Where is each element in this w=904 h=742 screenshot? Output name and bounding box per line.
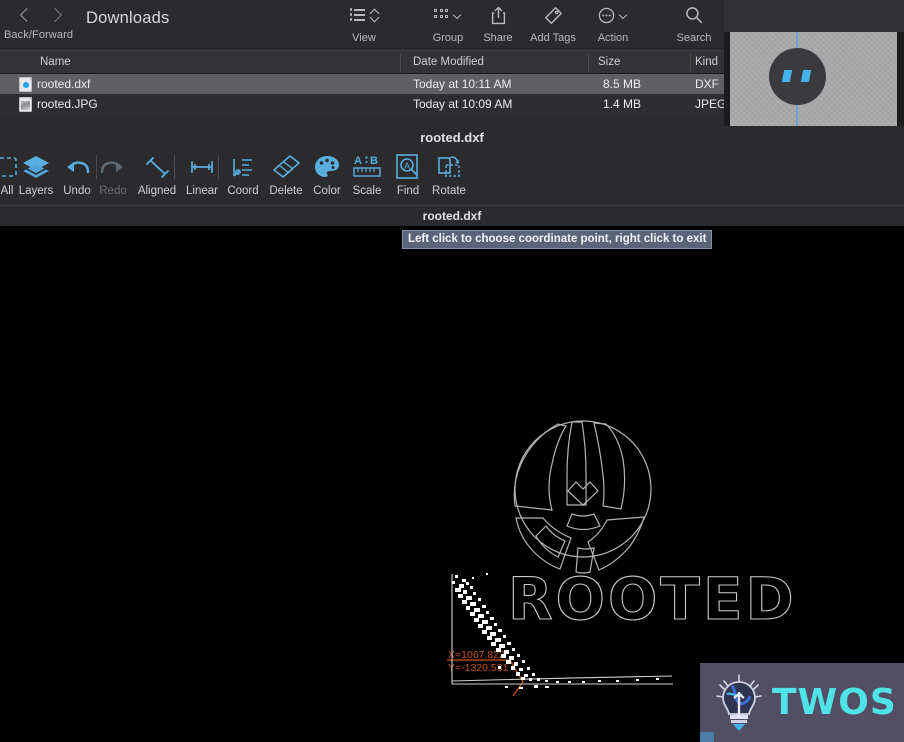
toolbar-search[interactable]: Search	[662, 4, 724, 44]
table-row[interactable]: rooted.JPG Today at 10:09 AM 1.4 MB JPEG	[0, 94, 724, 114]
editor-tool-scale-label: Scale	[352, 185, 382, 197]
back-forward-label: Back/Forward	[4, 29, 74, 41]
column-header-date[interactable]: Date Modified	[413, 56, 484, 68]
editor-tool-rotate-label: Rotate	[432, 185, 466, 197]
file-kind: JPEG	[695, 97, 724, 111]
toolbar-action[interactable]: Action	[581, 4, 645, 44]
chevron-right-icon[interactable]	[46, 5, 66, 27]
screenshot-root: Back/Forward Downloads View Group Share …	[0, 0, 904, 742]
file-date-modified: Today at 10:11 AM	[413, 77, 512, 91]
toolbar-search-label: Search	[676, 32, 712, 44]
list-view-icon[interactable]	[349, 4, 379, 26]
aligned-dimension-icon[interactable]	[144, 150, 170, 184]
emblem-graphic	[513, 420, 652, 574]
coordinate-icon[interactable]	[230, 150, 256, 184]
action-ellipsis-icon[interactable]	[598, 4, 628, 26]
column-header-size[interactable]: Size	[598, 56, 620, 68]
face-circle-indicator	[769, 48, 826, 105]
chevron-left-icon[interactable]	[16, 5, 36, 27]
column-divider[interactable]	[400, 54, 401, 72]
column-divider[interactable]	[588, 54, 589, 72]
indicator-eye-left	[781, 70, 793, 82]
finder-toolbar: Back/Forward Downloads View Group Share …	[0, 0, 724, 50]
toolbar-group-label: Group	[432, 32, 464, 44]
column-header-name[interactable]: Name	[40, 56, 71, 68]
chevron-down-icon[interactable]	[620, 12, 628, 18]
linear-dimension-icon[interactable]	[188, 150, 216, 184]
editor-tool-find-label: Find	[396, 185, 420, 197]
toolbar-action-label: Action	[597, 32, 629, 44]
file-kind: DXF	[695, 77, 719, 91]
file-size: 8.5 MB	[602, 77, 641, 91]
svg-text:B: B	[370, 155, 378, 167]
search-icon[interactable]	[685, 4, 703, 26]
canvas-document-title: rooted.dxf	[422, 209, 482, 223]
scale-ruler-icon[interactable]: A B	[352, 150, 382, 184]
layers-icon[interactable]	[21, 150, 51, 184]
editor-tool-coord-label: Coord	[227, 185, 259, 197]
wordmark-text: ROOTED	[508, 565, 797, 633]
dxf-file-icon	[19, 77, 32, 92]
column-divider[interactable]	[690, 54, 691, 72]
preview-pane	[724, 0, 904, 126]
editor-tool-rotate[interactable]: Rotate	[420, 150, 478, 197]
canvas-title-bar: rooted.dxf	[0, 205, 904, 226]
twos-watermark: TWOS	[700, 663, 904, 742]
chevron-down-icon[interactable]	[454, 12, 462, 18]
redo-arrow-icon[interactable]	[100, 150, 126, 184]
editor-tool-color-label: Color	[313, 185, 341, 197]
finder-window: Back/Forward Downloads View Group Share …	[0, 0, 724, 126]
svg-text:A: A	[354, 155, 362, 167]
toolbar-view[interactable]: View	[332, 4, 396, 44]
toolbar-share-label: Share	[483, 32, 513, 44]
editor-tool-aligned-label: Aligned	[137, 185, 177, 197]
editor-toolbar-bar: rooted.dxf All Layers Undo Redo Aligned …	[0, 126, 904, 205]
finder-folder-title: Downloads	[86, 9, 170, 27]
indicator-eye-right	[800, 70, 812, 82]
document-title: rooted.dxf	[420, 130, 484, 145]
chevron-updown-icon[interactable]	[370, 8, 379, 22]
watermark-corner-accent	[700, 732, 714, 742]
palette-icon[interactable]	[313, 150, 341, 184]
toolbar-add-tags-label: Add Tags	[530, 32, 576, 44]
editor-tool-redo-label: Redo	[99, 185, 127, 197]
table-row[interactable]: rooted.dxf Today at 10:11 AM 8.5 MB DXF	[0, 74, 724, 94]
toolbar-view-label: View	[352, 32, 376, 44]
finder-column-headers: Name Date Modified Size Kind	[0, 50, 724, 74]
preview-right-edge	[897, 32, 904, 126]
back-forward-controls[interactable]	[16, 5, 66, 27]
tag-icon[interactable]	[544, 4, 563, 26]
file-size: 1.4 MB	[602, 97, 641, 111]
file-name: rooted.dxf	[37, 77, 91, 91]
column-header-kind[interactable]: Kind	[695, 56, 718, 68]
share-icon[interactable]	[491, 4, 506, 26]
grid-group-icon[interactable]	[434, 4, 462, 26]
eraser-icon[interactable]	[271, 150, 301, 184]
toolbar-add-tags[interactable]: Add Tags	[521, 4, 585, 44]
svg-text:A: A	[404, 161, 410, 171]
find-magnifier-icon[interactable]: A	[394, 150, 422, 184]
file-date-modified: Today at 10:09 AM	[413, 97, 513, 111]
jpeg-file-icon	[19, 97, 32, 112]
lightbulb-icon	[712, 672, 766, 734]
watermark-text: TWOS	[772, 682, 897, 723]
rotate-icon[interactable]	[435, 150, 463, 184]
file-name: rooted.JPG	[37, 97, 98, 111]
preview-header	[724, 0, 904, 32]
